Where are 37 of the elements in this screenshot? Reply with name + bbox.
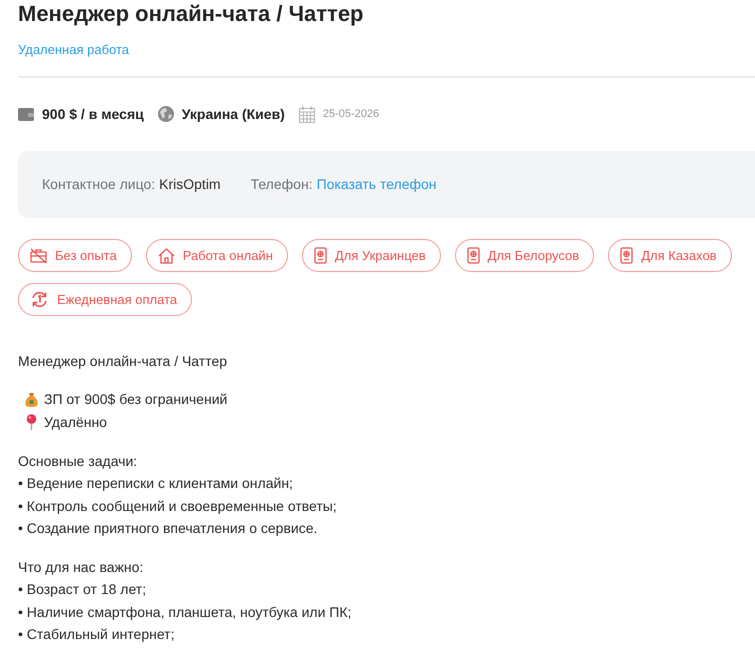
job-title: Менеджер онлайн-чата / Чаттер (18, 0, 364, 28)
tag-chip[interactable]: Для Белорусов (454, 239, 594, 272)
location-text: Украина (Киев) (182, 104, 285, 124)
tag-chip[interactable]: Работа онлайн (146, 239, 288, 272)
money-bag-icon (24, 392, 38, 408)
tag-chip[interactable]: Для Украинцев (302, 239, 441, 272)
tag-chip[interactable]: Для Казахов (608, 239, 732, 272)
passport-icon (314, 247, 327, 264)
description-text: Удалённо (44, 412, 107, 432)
description-text: • Стабильный интернет; (18, 625, 174, 644)
salary-text: 900 $ / в месяц (42, 104, 144, 124)
description-text: Что для нас важно: (18, 558, 144, 577)
tag-chip[interactable]: Без опыта (18, 239, 132, 272)
description-text: ЗП от 900$ без ограничений (44, 390, 228, 410)
phone-label: Телефон: (250, 175, 313, 194)
refresh-icon (30, 291, 49, 308)
description-text: • Создание приятного впечатления о сервисе. (18, 519, 318, 538)
globe-icon (158, 106, 174, 122)
description-text: • Ведение переписки с клиентами онлайн; (18, 474, 293, 493)
passport-icon (620, 247, 634, 264)
house-icon (158, 248, 175, 264)
passport-icon (466, 247, 480, 264)
description-text: • Возраст от 18 лет; (18, 580, 146, 599)
pushpin-icon (26, 414, 36, 430)
crossed-briefcase-icon (30, 248, 47, 264)
description-text: Основные задачи: (18, 452, 138, 471)
description-text: • Контроль сообщений и своевременные ответы; (18, 496, 337, 516)
wallet-icon (18, 107, 34, 121)
tag-chip[interactable]: Ежедневная оплата (18, 283, 192, 316)
description-text: Менеджер онлайн-чата / Чаттер (18, 352, 228, 371)
contact-name: KrisOptim (159, 175, 221, 194)
description-text: • Наличие смартфона, планшета, ноутбука или ПК; (18, 602, 352, 622)
contact-label: Контактное лицо: (42, 175, 156, 194)
date-text: 25-05-2026 (322, 106, 380, 122)
calendar-icon (298, 106, 315, 122)
category-link[interactable]: Удаленная работа (18, 41, 130, 59)
show-phone-link[interactable]: Показать телефон (316, 174, 437, 195)
